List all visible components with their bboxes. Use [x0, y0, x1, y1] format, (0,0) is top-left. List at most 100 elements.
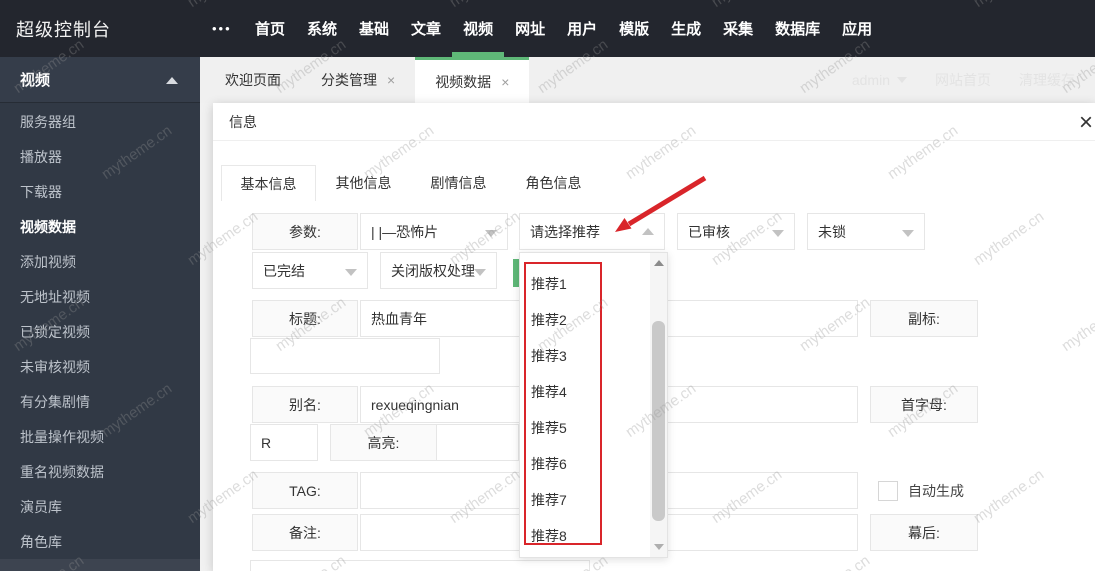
- nav-item-generate[interactable]: 生成: [660, 0, 712, 57]
- chevron-down-icon: [772, 230, 784, 237]
- sidebar-item[interactable]: 有分集剧情: [0, 384, 200, 419]
- category-select-value: | |—恐怖片: [371, 223, 439, 240]
- copyright-select-value: 关闭版权处理: [391, 262, 475, 279]
- nav-item-collect[interactable]: 采集: [712, 0, 764, 57]
- chevron-down-icon: [474, 269, 486, 276]
- tag-label: TAG:: [252, 472, 358, 509]
- sidebar-section-video[interactable]: 视频: [0, 57, 200, 103]
- sidebar-item[interactable]: 服务器组: [0, 104, 200, 139]
- clipped-bottom-input[interactable]: [250, 560, 590, 571]
- tab-label: 视频数据: [435, 73, 492, 90]
- sidebar-item[interactable]: 重名视频数据: [0, 454, 200, 489]
- finish-select-value: 已完结: [263, 262, 305, 279]
- sidebar: 视频 服务器组 播放器 下载器 视频数据 添加视频 无地址视频 已锁定视频 未审…: [0, 57, 200, 571]
- lock-select[interactable]: 未锁: [807, 213, 925, 250]
- scroll-down-icon[interactable]: [650, 537, 667, 557]
- tab-basic-info[interactable]: 基本信息: [221, 165, 316, 201]
- nav-item-database[interactable]: 数据库: [764, 0, 831, 57]
- active-nav-indicator: [452, 52, 505, 57]
- tab-plot-info[interactable]: 剧情信息: [411, 165, 506, 201]
- nav-item-url[interactable]: 网址: [504, 0, 556, 57]
- chevron-down-icon: [897, 77, 907, 83]
- clear-cache-link[interactable]: 清理缓存: [1005, 70, 1089, 90]
- sidebar-item[interactable]: 添加视频: [0, 244, 200, 279]
- chevron-down-icon: [485, 230, 497, 237]
- dropdown-option[interactable]: 推荐7: [521, 482, 633, 518]
- user-menu[interactable]: admin: [838, 72, 921, 88]
- sidebar-item[interactable]: 播放器: [0, 139, 200, 174]
- brand-title: 超级控制台: [16, 19, 111, 40]
- tab-role-info[interactable]: 角色信息: [506, 165, 601, 201]
- app-window: 超级控制台 ••• 首页 系统 基础 文章 视频 网址 用户 模版 生成 采集 …: [0, 0, 1095, 571]
- initial-input[interactable]: [250, 424, 318, 461]
- copyright-select[interactable]: 关闭版权处理: [380, 252, 497, 289]
- dropdown-option[interactable]: 推荐6: [521, 446, 633, 482]
- sidebar-item-active[interactable]: 视频数据: [0, 209, 200, 244]
- recommend-dropdown: 推荐1 推荐2 推荐3 推荐4 推荐5 推荐6 推荐7 推荐8: [519, 252, 668, 558]
- dropdown-scrollbar[interactable]: [650, 253, 667, 557]
- site-home-link[interactable]: 网站首页: [921, 70, 1005, 90]
- sidebar-section-label: 视频: [20, 72, 51, 89]
- dropdown-option[interactable]: 推荐2: [521, 302, 633, 338]
- panel-header: 信息 ×: [213, 103, 1095, 141]
- dropdown-option[interactable]: 推荐4: [521, 374, 633, 410]
- close-icon[interactable]: ×: [1071, 108, 1095, 138]
- close-icon[interactable]: ×: [387, 72, 395, 88]
- dropdown-option[interactable]: 推荐3: [521, 338, 633, 374]
- top-nav: 首页 系统 基础 文章 视频 网址 用户 模版 生成 采集 数据库 应用: [244, 0, 883, 57]
- user-bar: admin 网站首页 清理缓存: [838, 57, 1089, 103]
- nav-item-article[interactable]: 文章: [400, 0, 452, 57]
- scroll-up-icon[interactable]: [650, 253, 667, 273]
- behind-label: 幕后:: [870, 514, 978, 551]
- dropdown-option[interactable]: 推荐5: [521, 410, 633, 446]
- sidebar-item[interactable]: 已锁定视频: [0, 314, 200, 349]
- nav-item-basic[interactable]: 基础: [348, 0, 400, 57]
- recommend-select-placeholder: 请选择推荐: [530, 223, 600, 240]
- panel-title: 信息: [229, 114, 257, 130]
- autogen-checkbox[interactable]: [878, 480, 898, 501]
- dropdown-option[interactable]: 推荐8: [521, 518, 633, 554]
- nav-item-video[interactable]: 视频: [452, 0, 505, 57]
- close-icon[interactable]: ×: [501, 74, 509, 90]
- sidebar-item[interactable]: 未审核视频: [0, 349, 200, 384]
- finish-select[interactable]: 已完结: [252, 252, 368, 289]
- sidebar-scrollbar[interactable]: [0, 559, 200, 571]
- category-select[interactable]: | |—恐怖片: [360, 213, 508, 250]
- tab-other-info[interactable]: 其他信息: [316, 165, 411, 201]
- sidebar-menu: 服务器组 播放器 下载器 视频数据 添加视频 无地址视频 已锁定视频 未审核视频…: [0, 104, 200, 559]
- extra-title-input[interactable]: [250, 338, 440, 374]
- tab-bar: 欢迎页面 分类管理 × 视频数据 × admin 网站首页 清理缓存: [200, 57, 1095, 103]
- username: admin: [851, 72, 890, 88]
- nav-item-system[interactable]: 系统: [296, 0, 348, 57]
- nav-item-home[interactable]: 首页: [244, 0, 296, 57]
- sidebar-item[interactable]: 角色库: [0, 524, 200, 559]
- scrollbar-thumb[interactable]: [652, 321, 665, 521]
- initial-label: 首字母:: [870, 386, 978, 423]
- sidebar-item[interactable]: 下载器: [0, 174, 200, 209]
- tab-label: 分类管理: [321, 72, 377, 88]
- audit-select-value: 已审核: [688, 223, 730, 240]
- dropdown-option[interactable]: 推荐1: [521, 266, 633, 302]
- param-label: 参数:: [252, 213, 358, 250]
- tab-label: 欢迎页面: [225, 72, 281, 88]
- alias-label: 别名:: [252, 386, 358, 423]
- chevron-up-icon: [166, 77, 178, 84]
- top-header: 超级控制台 ••• 首页 系统 基础 文章 视频 网址 用户 模版 生成 采集 …: [0, 0, 1095, 57]
- tab-category[interactable]: 分类管理 ×: [301, 57, 415, 103]
- nav-item-user[interactable]: 用户: [556, 0, 608, 57]
- audit-select[interactable]: 已审核: [677, 213, 795, 250]
- tab-video-data-active[interactable]: 视频数据 ×: [415, 57, 530, 103]
- sidebar-item[interactable]: 批量操作视频: [0, 419, 200, 454]
- recommend-select[interactable]: 请选择推荐: [519, 213, 665, 250]
- autogen-label: 自动生成: [908, 482, 964, 499]
- lock-select-value: 未锁: [818, 223, 846, 240]
- nav-item-app[interactable]: 应用: [831, 0, 883, 57]
- highlight-input[interactable]: [436, 424, 519, 461]
- nav-item-label: 视频: [463, 21, 494, 38]
- tab-welcome[interactable]: 欢迎页面: [205, 57, 301, 103]
- sidebar-item[interactable]: 无地址视频: [0, 279, 200, 314]
- sidebar-item[interactable]: 演员库: [0, 489, 200, 524]
- note-label: 备注:: [252, 514, 358, 551]
- menu-toggle-icon[interactable]: •••: [212, 0, 232, 57]
- nav-item-template[interactable]: 模版: [608, 0, 660, 57]
